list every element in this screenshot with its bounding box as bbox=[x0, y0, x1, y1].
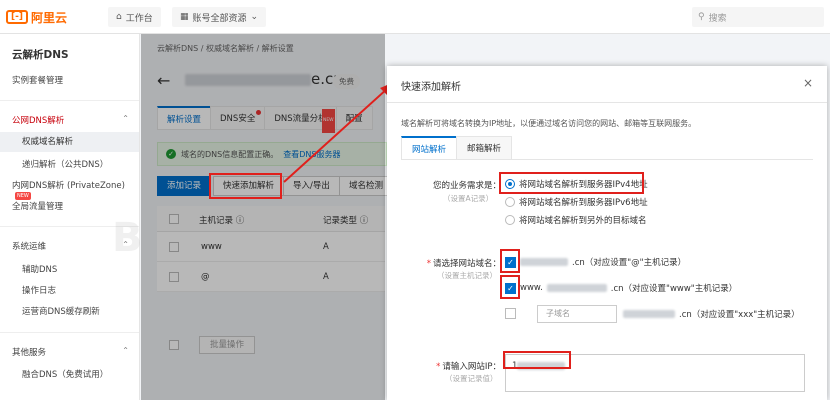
resources-dropdown[interactable]: ▦ 账号全部资源 ⌄ bbox=[172, 7, 267, 27]
sidebar-item-instances[interactable]: 实例套餐管理 bbox=[12, 74, 63, 86]
watermark-logo: B bbox=[112, 215, 143, 261]
ip-label-text: 请输入网站IP： bbox=[442, 362, 501, 372]
sidebar-item-recursive[interactable]: 递归解析（公共DNS） bbox=[22, 158, 108, 170]
sidebar-item-other[interactable]: 其他服务 bbox=[12, 346, 46, 358]
radio[interactable] bbox=[505, 215, 515, 225]
subdomain-suffix: .cn（对应设置"xxx"主机记录） bbox=[623, 308, 800, 320]
new-badge: NEW bbox=[15, 191, 31, 200]
dialog-title: 快速添加解析 bbox=[401, 82, 461, 93]
dialog-description: 域名解析可将域名转换为IP地址，以便通过域名访问您的网站、邮箱等互联网服务。 bbox=[401, 119, 697, 128]
tab-mail-resolve[interactable]: 邮箱解析 bbox=[456, 136, 513, 160]
aliyun-logo[interactable]: [-] 阿里云 bbox=[6, 8, 67, 26]
tab-underline bbox=[401, 159, 813, 160]
highlight-box bbox=[500, 275, 520, 299]
sidebar-divider bbox=[0, 100, 139, 101]
aliyun-logo-mark: [-] bbox=[6, 10, 28, 24]
checkbox[interactable] bbox=[505, 308, 516, 319]
tab-website-resolve[interactable]: 网站解析 bbox=[401, 136, 458, 160]
sidebar-item-privatezone[interactable]: 内网DNS解析 (PrivateZone)NEW bbox=[12, 179, 139, 201]
domain-option-prefix: www. bbox=[520, 283, 543, 293]
highlight-box bbox=[209, 173, 282, 199]
need-option-target-domain[interactable]: 将网站域名解析到另外的目标域名 bbox=[505, 214, 647, 226]
chevron-down-icon: ⌄ bbox=[250, 12, 259, 22]
domain-option-www[interactable]: ✓ www. .cn（对应设置"www"主机记录） bbox=[505, 282, 737, 294]
close-icon[interactable]: × bbox=[803, 76, 813, 90]
highlight-box bbox=[499, 172, 644, 194]
workbench-label: 工作台 bbox=[125, 13, 153, 24]
need-option-label: 将网站域名解析到另外的目标域名 bbox=[519, 216, 647, 226]
sidebar-item-authoritative[interactable]: 权威域名解析 bbox=[0, 132, 139, 152]
resources-label: 账号全部资源 bbox=[192, 13, 247, 24]
domain-label: * 请选择网站域名： bbox=[426, 259, 501, 269]
domain-option-text: .cn（对应设置"@"主机记录） bbox=[572, 258, 687, 268]
subdomain-input[interactable]: 子域名 bbox=[537, 305, 617, 323]
radio[interactable] bbox=[505, 197, 515, 207]
sidebar-item-oplog[interactable]: 操作日志 bbox=[22, 284, 56, 296]
domain-option-text: .cn（对应设置"www"主机记录） bbox=[610, 284, 738, 294]
domain-option-text: .cn（对应设置"xxx"主机记录） bbox=[679, 310, 800, 320]
workbench-button[interactable]: ⌂ 工作台 bbox=[108, 7, 161, 27]
chevron-up-icon[interactable]: ⌃ bbox=[122, 346, 129, 355]
search-icon: ⚲ bbox=[698, 12, 705, 22]
sidebar-item-public-dns[interactable]: 公网DNS解析 bbox=[12, 114, 64, 126]
ip-hint: （设置记录值） bbox=[445, 374, 498, 383]
quick-add-dialog: 快速添加解析 × 域名解析可将域名转换为IP地址，以便通过域名访问您的网站、邮箱… bbox=[387, 66, 827, 400]
sidebar-title: 云解析DNS bbox=[12, 49, 69, 61]
sidebar-item-fusion-dns[interactable]: 融合DNS（免费试用） bbox=[22, 368, 108, 380]
need-hint: （设置A记录） bbox=[443, 194, 494, 203]
sidebar-item-privatezone-label: 内网DNS解析 (PrivateZone) bbox=[12, 181, 125, 191]
home-icon: ⌂ bbox=[116, 12, 122, 22]
domain-label-text: 请选择网站域名： bbox=[432, 259, 501, 269]
sidebar-item-secondary-dns[interactable]: 辅助DNS bbox=[22, 263, 57, 275]
domain-option-root[interactable]: ✓ .cn（对应设置"@"主机记录） bbox=[505, 256, 686, 268]
dialog-tabs: 网站解析 邮箱解析 bbox=[401, 136, 513, 160]
chevron-up-icon[interactable]: ⌃ bbox=[122, 114, 129, 123]
domain-option-subdomain[interactable] bbox=[505, 308, 516, 319]
ip-label: * 请输入网站IP： bbox=[436, 362, 501, 372]
need-option-ipv6[interactable]: 将网站域名解析到服务器IPv6地址 bbox=[505, 196, 648, 208]
highlight-box bbox=[500, 249, 520, 273]
blurred-domain bbox=[520, 258, 568, 266]
need-label: 您的业务需求是： bbox=[432, 181, 501, 191]
logo-text: 阿里云 bbox=[31, 10, 68, 25]
arrow-annotation bbox=[283, 82, 394, 183]
blurred-domain bbox=[546, 284, 607, 292]
sidebar-divider bbox=[0, 332, 139, 333]
highlight-box bbox=[503, 351, 571, 369]
sidebar-item-cache-refresh[interactable]: 运营商DNS缓存刷新 bbox=[22, 305, 100, 317]
domain-hint: （设置主机记录） bbox=[437, 271, 497, 280]
search-placeholder: 搜索 bbox=[708, 13, 727, 24]
top-bar: [-] 阿里云 ⌂ 工作台 ▦ 账号全部资源 ⌄ ⚲ 搜索 bbox=[0, 0, 830, 34]
need-option-label: 将网站域名解析到服务器IPv6地址 bbox=[519, 198, 648, 208]
dialog-divider bbox=[387, 102, 827, 103]
sidebar-item-ops[interactable]: 系统运维 bbox=[12, 240, 46, 252]
resource-icon: ▦ bbox=[180, 12, 189, 22]
search-input[interactable]: ⚲ 搜索 bbox=[692, 7, 824, 27]
blurred-domain bbox=[623, 310, 675, 318]
sidebar-item-gtm[interactable]: 全局流量管理 bbox=[12, 200, 63, 212]
